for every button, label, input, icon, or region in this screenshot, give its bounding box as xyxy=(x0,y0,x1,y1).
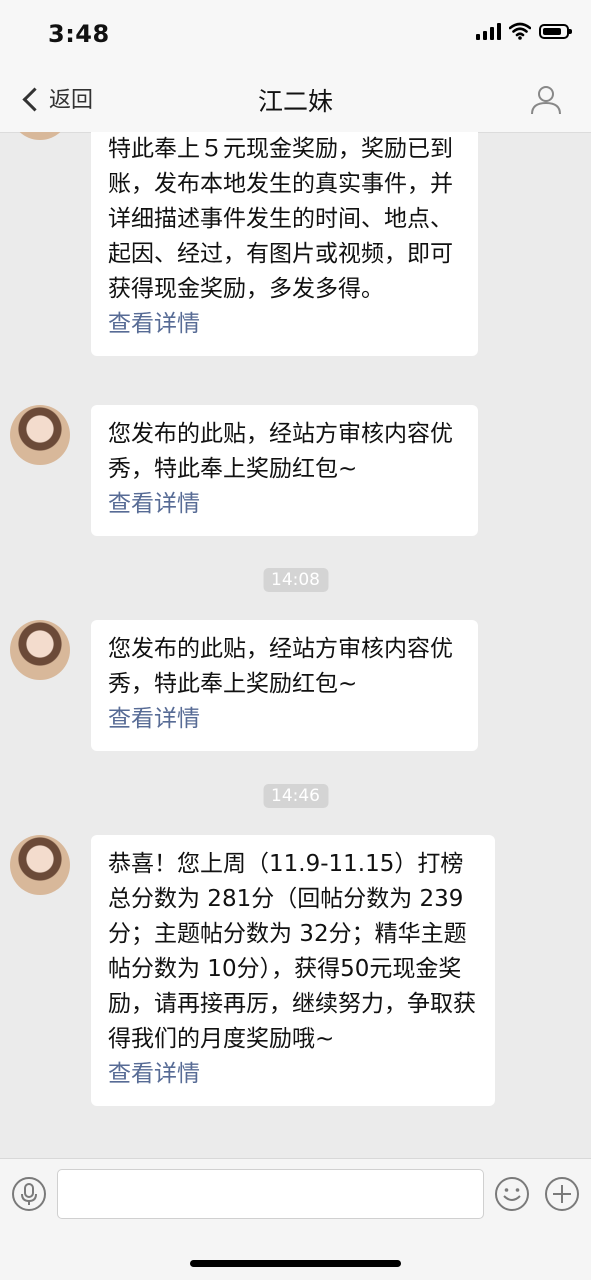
view-details-link[interactable]: 查看详情 xyxy=(108,307,460,342)
cellular-signal-icon xyxy=(476,22,501,40)
view-details-link[interactable]: 查看详情 xyxy=(108,487,460,522)
avatar[interactable] xyxy=(10,620,70,680)
battery-icon xyxy=(539,23,572,39)
message-bubble[interactable]: 特此奉上５元现金奖励，奖励已到账，发布本地发生的真实事件，并详细描述事件发生的时… xyxy=(91,132,478,356)
message-text: 特此奉上５元现金奖励，奖励已到账，发布本地发生的真实事件，并详细描述事件发生的时… xyxy=(108,136,453,302)
person-icon[interactable] xyxy=(529,82,563,116)
view-details-link[interactable]: 查看详情 xyxy=(108,702,460,737)
plus-icon[interactable] xyxy=(544,1176,580,1212)
home-indicator[interactable] xyxy=(190,1260,401,1267)
chat-area[interactable]: 特此奉上５元现金奖励，奖励已到账，发布本地发生的真实事件，并详细描述事件发生的时… xyxy=(0,132,591,1158)
status-icons xyxy=(476,22,572,40)
nav-bar: 返回 江二妹 xyxy=(0,68,591,133)
message-timestamp: 14:46 xyxy=(263,784,328,808)
status-time: 3:48 xyxy=(48,20,110,48)
message-bubble[interactable]: 您发布的此贴，经站方审核内容优秀，特此奉上奖励红包~ 查看详情 xyxy=(91,405,478,536)
chat-title: 江二妹 xyxy=(257,87,333,116)
status-bar: 3:48 xyxy=(0,0,591,68)
message-bubble[interactable]: 恭喜！您上周（11.9-11.15）打榜总分数为 281分（回帖分数为 239分… xyxy=(91,835,495,1106)
message-bubble[interactable]: 您发布的此贴，经站方审核内容优秀，特此奉上奖励红包~ 查看详情 xyxy=(91,620,478,751)
avatar[interactable] xyxy=(10,132,70,140)
view-details-link[interactable]: 查看详情 xyxy=(108,1057,477,1092)
wifi-icon xyxy=(509,22,531,40)
message-text: 您发布的此贴，经站方审核内容优秀，特此奉上奖励红包~ xyxy=(108,636,453,697)
avatar[interactable] xyxy=(10,405,70,465)
emoji-icon[interactable] xyxy=(494,1176,530,1212)
message-text: 您发布的此贴，经站方审核内容优秀，特此奉上奖励红包~ xyxy=(108,421,453,482)
message-timestamp: 14:08 xyxy=(263,568,328,592)
message-text: 恭喜！您上周（11.9-11.15）打榜总分数为 281分（回帖分数为 239分… xyxy=(108,851,476,1052)
avatar[interactable] xyxy=(10,835,70,895)
message-input[interactable] xyxy=(57,1169,484,1219)
microphone-icon[interactable] xyxy=(11,1176,47,1212)
